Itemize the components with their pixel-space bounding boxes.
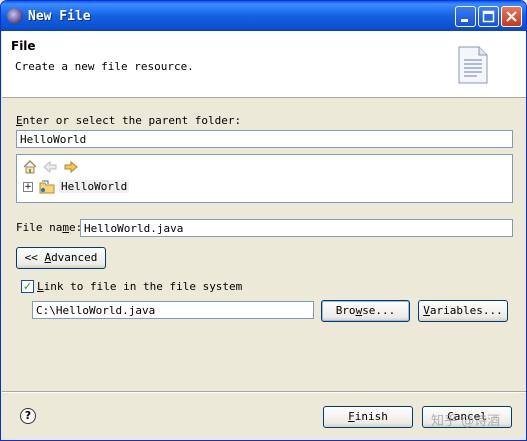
new-file-icon	[458, 46, 488, 84]
link-to-file-label[interactable]: Link to file in the file system	[37, 280, 242, 293]
window-title: New File	[28, 9, 91, 24]
link-path-input[interactable]: C:\HelloWorld.java	[32, 301, 314, 319]
finish-button[interactable]: Finish	[323, 406, 413, 428]
close-button[interactable]	[501, 6, 522, 27]
new-file-dialog: New File File Create a new file resource…	[0, 0, 527, 441]
close-icon	[506, 11, 517, 22]
variables-button[interactable]: Variables...	[418, 300, 508, 322]
parent-folder-label: Enter or select the parent folder:	[16, 114, 242, 127]
parent-folder-input[interactable]: HelloWorld	[16, 130, 513, 148]
tree-item-label: HelloWorld	[59, 180, 130, 193]
link-to-file-checkbox[interactable]: ✓	[21, 280, 34, 293]
maximize-icon	[482, 10, 495, 23]
expand-icon[interactable]: +	[23, 182, 33, 192]
folder-tree[interactable]: + HelloWorld	[16, 154, 513, 203]
page-description: Create a new file resource.	[15, 60, 194, 73]
file-name-label: File name:	[16, 221, 83, 234]
footer-separator	[2, 391, 526, 393]
help-icon[interactable]: ?	[20, 408, 36, 424]
advanced-button[interactable]: << Advanced	[16, 247, 106, 269]
title-bar[interactable]: New File	[1, 1, 526, 31]
eclipse-icon	[7, 8, 23, 24]
minimize-button[interactable]	[455, 6, 476, 27]
forward-icon[interactable]	[63, 159, 79, 175]
watermark: 知乎 @诗酒	[431, 414, 501, 429]
maximize-button[interactable]	[478, 6, 499, 27]
project-folder-icon	[39, 180, 55, 194]
file-name-input[interactable]: HelloWorld.java	[80, 219, 513, 237]
minimize-icon	[461, 19, 468, 22]
wizard-header: File Create a new file resource.	[2, 31, 526, 98]
page-title: File	[11, 39, 36, 53]
back-icon[interactable]	[42, 159, 58, 175]
home-icon[interactable]	[22, 159, 38, 175]
browse-button[interactable]: Browse...	[321, 300, 410, 322]
